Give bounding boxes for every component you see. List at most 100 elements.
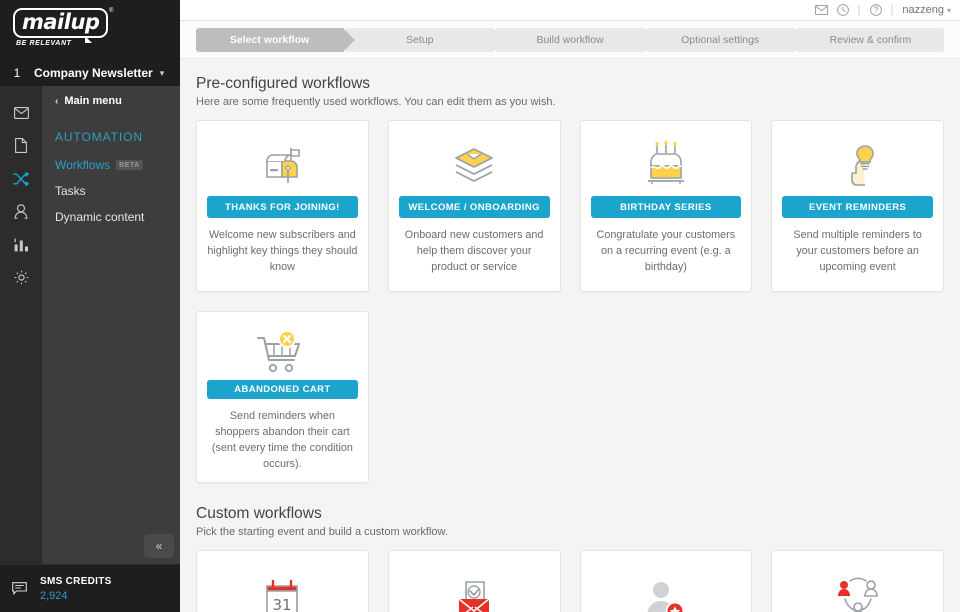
topbar-separator-2: | xyxy=(891,4,894,16)
custom-workflows-title: Custom workflows xyxy=(196,505,944,523)
step-arrow-icon xyxy=(644,28,656,52)
sidebar-item-label: Workflows xyxy=(55,158,110,172)
calendar-31-icon: 31 xyxy=(260,569,304,612)
person-icon[interactable] xyxy=(0,195,42,228)
mailup-logo[interactable]: mailup ® BE RELEVANT xyxy=(13,8,113,48)
workflow-description: Send multiple reminders to your customer… xyxy=(782,227,933,275)
logo-speech-tail xyxy=(85,36,92,43)
custom-card-person-star[interactable] xyxy=(580,550,753,612)
chat-bubble-icon xyxy=(12,582,40,595)
chevron-down-icon: ▾ xyxy=(947,6,951,15)
gear-icon[interactable] xyxy=(0,261,42,294)
chevron-left-icon: ‹ xyxy=(55,96,58,107)
layers-icon xyxy=(449,134,499,196)
workflow-description: Send reminders when shoppers abandon the… xyxy=(207,408,358,472)
company-number: 1 xyxy=(0,66,34,80)
svg-text:31: 31 xyxy=(273,596,292,612)
menu-column: ‹ Main menu AUTOMATION Workflows BETA Ta… xyxy=(42,86,180,564)
page-title: Pre-configured workflows xyxy=(196,75,944,93)
custom-card-calendar[interactable]: 31 xyxy=(196,550,369,612)
workflow-description: Congratulate your customers on a recurri… xyxy=(591,227,742,275)
logo-tagline: BE RELEVANT xyxy=(16,40,113,47)
logo-wordmark: mailup xyxy=(22,10,99,34)
person-star-icon xyxy=(642,569,690,612)
workflow-description: Onboard new customers and help them disc… xyxy=(399,227,550,275)
workflow-card-event-reminders[interactable]: EVENT REMINDERS Send multiple reminders … xyxy=(771,120,944,292)
sms-credits-block[interactable]: SMS CREDITS 2,924 xyxy=(0,564,180,612)
beta-badge: BETA xyxy=(116,160,143,170)
preconfigured-grid: THANKS FOR JOINING! Welcome new subscrib… xyxy=(196,120,944,483)
stepper-steps: Select workflow Setup Build workflow Opt… xyxy=(196,28,944,52)
workflow-card-welcome-onboarding[interactable]: WELCOME / ONBOARDING Onboard new custome… xyxy=(388,120,561,292)
workflow-description: Welcome new subscribers and highlight ke… xyxy=(207,227,358,275)
workflow-button-abandoned-cart[interactable]: ABANDONED CART xyxy=(207,380,358,399)
sms-credits-text: SMS CREDITS 2,924 xyxy=(40,575,112,603)
step-label: Review & confirm xyxy=(830,34,912,46)
page-subtitle: Here are some frequently used workflows.… xyxy=(196,96,944,108)
sidebar-body: ‹ Main menu AUTOMATION Workflows BETA Ta… xyxy=(0,86,180,564)
workflow-card-birthday-series[interactable]: BIRTHDAY SERIES Congratulate your custom… xyxy=(580,120,753,292)
workflow-button-thanks-for-joining[interactable]: THANKS FOR JOINING! xyxy=(207,196,358,218)
workflow-button-welcome-onboarding[interactable]: WELCOME / ONBOARDING xyxy=(399,196,550,218)
step-arrow-icon xyxy=(794,28,806,52)
user-menu[interactable]: nazzeng▾ xyxy=(902,4,951,16)
company-selector[interactable]: 1 Company Newsletter ▾ xyxy=(0,66,180,80)
step-build-workflow[interactable]: Build workflow xyxy=(496,28,643,52)
main-menu-back-link[interactable]: ‹ Main menu xyxy=(42,86,180,116)
step-label: Optional settings xyxy=(681,34,759,46)
workflow-stepper: Select workflow Setup Build workflow Opt… xyxy=(180,21,960,59)
icon-rail xyxy=(0,86,42,564)
workflow-card-abandoned-cart[interactable]: ABANDONED CART Send reminders when shopp… xyxy=(196,311,369,483)
sidebar-item-label: Dynamic content xyxy=(55,210,144,224)
clock-icon[interactable] xyxy=(837,4,849,16)
sidebar-section-automation: AUTOMATION xyxy=(42,116,180,152)
main-menu-label: Main menu xyxy=(64,95,121,107)
topbar: | | nazzeng▾ xyxy=(180,0,960,21)
step-select-workflow[interactable]: Select workflow xyxy=(196,28,343,52)
sidebar-item-workflows[interactable]: Workflows BETA xyxy=(42,152,180,178)
sidebar-item-label: Tasks xyxy=(55,184,86,198)
workflow-button-birthday-series[interactable]: BIRTHDAY SERIES xyxy=(591,196,742,218)
shuffle-icon[interactable] xyxy=(0,162,42,195)
sidebar-item-dynamic-content[interactable]: Dynamic content xyxy=(42,204,180,230)
birthday-cake-icon xyxy=(643,134,689,196)
mailbox-icon xyxy=(258,134,306,196)
people-network-icon xyxy=(833,569,883,612)
brand-block: mailup ® BE RELEVANT 1 Company Newslette… xyxy=(0,0,180,86)
step-arrow-icon xyxy=(343,28,355,52)
document-icon[interactable] xyxy=(0,129,42,162)
envelope-icon[interactable] xyxy=(0,96,42,129)
main-area: | | nazzeng▾ Select workflow Se xyxy=(180,0,960,612)
custom-card-inbox-download[interactable] xyxy=(388,550,561,612)
step-optional-settings[interactable]: Optional settings xyxy=(647,28,794,52)
sidebar-item-tasks[interactable]: Tasks xyxy=(42,178,180,204)
sms-credits-label: SMS CREDITS xyxy=(40,575,112,589)
custom-card-people-network[interactable] xyxy=(771,550,944,612)
inbox-download-icon xyxy=(451,569,497,612)
step-arrow-icon xyxy=(493,28,505,52)
chevron-down-icon: ▾ xyxy=(160,68,165,79)
collapse-sidebar-button[interactable]: « xyxy=(144,534,174,558)
content-area: Pre-configured workflows Here are some f… xyxy=(180,59,960,612)
mail-icon[interactable] xyxy=(815,5,828,15)
sms-credits-value: 2,924 xyxy=(40,589,112,603)
step-label: Build workflow xyxy=(536,34,603,46)
abandoned-cart-icon xyxy=(254,325,310,380)
logo-registered-mark: ® xyxy=(109,8,113,14)
app-root: mailup ® BE RELEVANT 1 Company Newslette… xyxy=(0,0,960,612)
workflow-card-thanks-for-joining[interactable]: THANKS FOR JOINING! Welcome new subscrib… xyxy=(196,120,369,292)
workflow-button-event-reminders[interactable]: EVENT REMINDERS xyxy=(782,196,933,218)
step-review-confirm[interactable]: Review & confirm xyxy=(797,28,944,52)
bar-chart-icon[interactable] xyxy=(0,228,42,261)
company-name: Company Newsletter xyxy=(34,66,153,80)
help-icon[interactable] xyxy=(870,4,882,16)
username-label: nazzeng xyxy=(902,4,944,16)
sidebar: mailup ® BE RELEVANT 1 Company Newslette… xyxy=(0,0,180,612)
custom-workflows-subtitle: Pick the starting event and build a cust… xyxy=(196,526,944,538)
custom-workflows-grid: 31 xyxy=(196,550,944,612)
head-lightbulb-icon xyxy=(835,134,881,196)
step-label: Select workflow xyxy=(230,34,309,46)
step-setup[interactable]: Setup xyxy=(346,28,493,52)
logo-box: mailup ® xyxy=(13,8,108,38)
topbar-separator: | xyxy=(858,4,861,16)
